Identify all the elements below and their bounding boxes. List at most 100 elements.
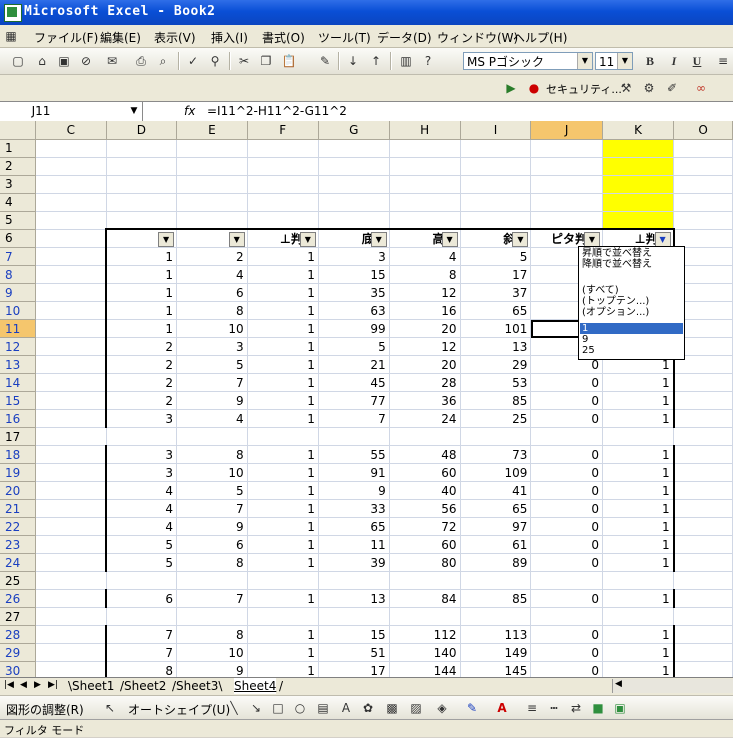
cell[interactable]: 7 (176, 499, 248, 518)
print-icon[interactable]: ⎙ (133, 53, 149, 69)
cell[interactable] (35, 553, 107, 572)
cell[interactable] (35, 193, 107, 212)
cell[interactable] (673, 463, 733, 482)
cell[interactable] (35, 517, 107, 536)
cell[interactable]: 6 (176, 535, 248, 554)
cell[interactable] (530, 175, 603, 194)
header-cell[interactable]: m▼ (176, 228, 248, 248)
select-pointer-icon[interactable]: ↖ (102, 700, 118, 716)
cell[interactable] (247, 175, 319, 194)
cell[interactable] (389, 157, 461, 176)
cell[interactable] (106, 427, 178, 446)
copy-icon[interactable]: ❐ (258, 53, 274, 69)
cell[interactable]: 4 (105, 481, 178, 500)
oval-icon[interactable]: ○ (292, 700, 308, 716)
cell[interactable]: 89 (460, 553, 532, 572)
chevron-down-icon[interactable]: ▼ (577, 53, 592, 69)
filter-dropdown-button[interactable]: ▼ (299, 232, 316, 247)
sort-ascending-icon[interactable]: ↓ (345, 53, 361, 69)
textbox-icon[interactable]: ▤ (315, 700, 331, 716)
cell[interactable]: 3 (105, 445, 178, 464)
filter-dropdown-button[interactable]: ▼ (583, 232, 600, 247)
cell[interactable] (673, 589, 733, 608)
cell[interactable]: 2 (105, 355, 178, 374)
cell[interactable]: 1 (247, 373, 319, 392)
sort-descending-item[interactable]: 降順で並べ替え (582, 259, 652, 270)
cell[interactable]: 0 (530, 661, 603, 677)
cell[interactable] (106, 607, 178, 626)
cell[interactable]: 8 (176, 553, 248, 572)
cell[interactable]: 1 (247, 319, 319, 338)
cell[interactable]: 1 (602, 463, 675, 482)
cell[interactable] (318, 139, 390, 158)
line-icon[interactable]: ╲ (226, 700, 242, 716)
cell[interactable] (35, 337, 107, 356)
cell[interactable]: 25 (460, 409, 532, 428)
cell[interactable] (106, 211, 178, 230)
line-color-icon[interactable]: ✎ (464, 700, 480, 716)
cell[interactable]: 5 (176, 355, 248, 374)
cell[interactable]: 1 (602, 373, 675, 392)
cell[interactable]: 0 (530, 391, 603, 410)
cell[interactable]: 1 (247, 625, 319, 644)
cell[interactable]: 0 (530, 481, 603, 500)
cell[interactable] (460, 571, 532, 590)
cell[interactable] (602, 157, 675, 176)
cell[interactable]: 8 (176, 445, 248, 464)
cell[interactable]: 1 (247, 463, 319, 482)
cell[interactable]: 4 (389, 247, 461, 266)
cell[interactable]: 1 (602, 499, 675, 518)
sort-descending-icon[interactable]: ↑ (368, 53, 384, 69)
cell[interactable] (35, 247, 107, 266)
cell[interactable] (35, 301, 107, 320)
arrow-icon[interactable]: ↘ (248, 700, 264, 716)
cell[interactable] (673, 193, 733, 212)
cell[interactable] (176, 175, 248, 194)
cell[interactable]: 15 (318, 625, 390, 644)
cell[interactable] (35, 265, 107, 284)
formula-input[interactable]: =I11^2-H11^2-G11^2 (207, 104, 347, 118)
cell[interactable]: 77 (318, 391, 390, 410)
menu-view[interactable]: 表示(V) (154, 29, 196, 46)
cell[interactable]: 1 (247, 517, 319, 536)
cell[interactable]: 1 (602, 625, 675, 644)
cell[interactable]: 16 (389, 301, 461, 320)
cell[interactable]: 4 (105, 499, 178, 518)
cell[interactable]: 55 (318, 445, 390, 464)
row-header-23[interactable]: 23 (0, 535, 37, 554)
cell[interactable]: 149 (460, 643, 532, 662)
filter-dropdown-button[interactable]: ▼ (158, 232, 175, 247)
cell[interactable]: 65 (460, 499, 532, 518)
menu-tools[interactable]: ツール(T) (318, 29, 371, 46)
picture-icon[interactable]: ▨ (408, 700, 424, 716)
cell[interactable] (176, 211, 248, 230)
cell[interactable]: 4 (176, 265, 248, 284)
cell[interactable] (35, 571, 107, 590)
cell[interactable] (673, 499, 733, 518)
cell[interactable]: 56 (389, 499, 461, 518)
cell[interactable] (602, 175, 675, 194)
cell[interactable]: 63 (318, 301, 390, 320)
row-header-8[interactable]: 8 (0, 265, 37, 284)
cell[interactable]: 1 (247, 355, 319, 374)
cell[interactable]: 1 (602, 643, 675, 662)
cell[interactable]: 85 (460, 589, 532, 608)
cell[interactable] (35, 157, 107, 176)
cell[interactable] (176, 427, 248, 446)
cell[interactable]: 0 (530, 463, 603, 482)
cell[interactable]: 2 (105, 391, 178, 410)
cell[interactable] (389, 175, 461, 194)
cell[interactable]: 1 (247, 247, 319, 266)
autoshape-button[interactable]: オートシェイプ(U) (128, 701, 230, 718)
cell[interactable] (673, 553, 733, 572)
cell[interactable] (673, 139, 733, 158)
cell[interactable]: 112 (389, 625, 461, 644)
column-header-c[interactable]: C (35, 121, 107, 140)
row-header-1[interactable]: 1 (0, 139, 37, 158)
cell[interactable]: 5 (105, 553, 178, 572)
next-sheet-icon[interactable]: ▶ (34, 680, 41, 690)
cell[interactable]: 9 (318, 481, 390, 500)
cell[interactable]: 4 (176, 409, 248, 428)
filter-value-25[interactable]: 25 (582, 345, 595, 356)
cell[interactable] (35, 661, 107, 677)
